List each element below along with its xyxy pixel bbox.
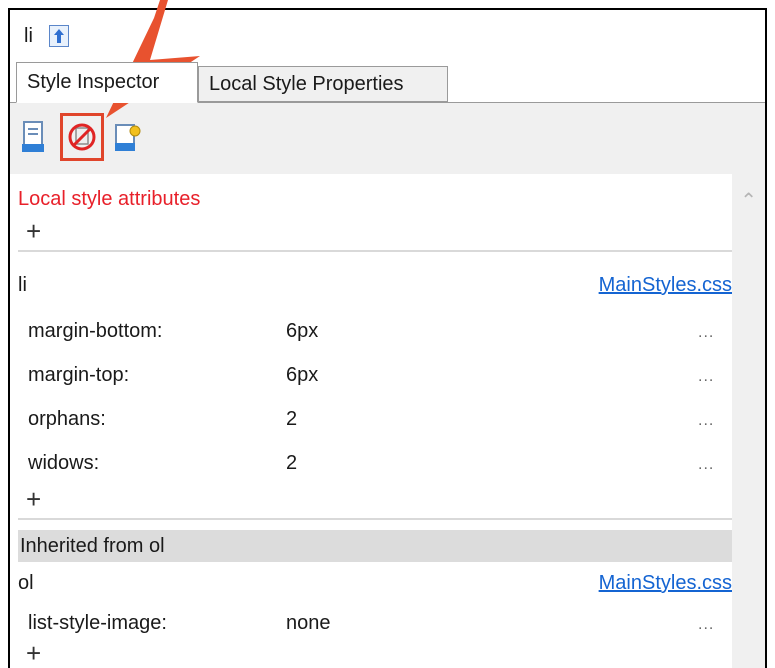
property-value[interactable]: 2	[286, 452, 297, 475]
vertical-scrollbar[interactable]: ⌃	[732, 174, 765, 668]
add-property-button[interactable]: +	[26, 486, 41, 512]
property-name: orphans:	[28, 408, 106, 430]
new-style-button[interactable]	[16, 115, 52, 159]
edit-style-button[interactable]	[110, 115, 146, 159]
element-name: li	[24, 24, 33, 47]
property-more-button[interactable]: ...	[698, 616, 714, 634]
add-inherited-property-button[interactable]: +	[26, 640, 41, 666]
property-more-button[interactable]: ...	[698, 368, 714, 386]
property-more-button[interactable]: ...	[698, 456, 714, 474]
toolbar	[10, 103, 765, 175]
inherited-header: Inherited from ol	[18, 530, 738, 562]
style-inspector-window: li Style Inspector Local Style Propertie…	[8, 8, 767, 668]
scroll-up-icon[interactable]: ⌃	[740, 188, 757, 213]
section-divider	[18, 518, 738, 520]
property-value[interactable]: 6px	[286, 320, 318, 343]
tab-style-inspector[interactable]: Style Inspector	[16, 62, 198, 103]
property-value[interactable]: none	[286, 612, 331, 635]
local-style-attributes-title: Local style attributes	[18, 188, 201, 210]
property-more-button[interactable]: ...	[698, 324, 714, 342]
property-name: widows:	[28, 452, 100, 474]
new-style-icon	[22, 121, 44, 152]
property-name: list-style-image:	[28, 612, 167, 634]
tab-bar: Style Inspector Local Style Properties	[10, 62, 765, 103]
edit-style-icon	[115, 124, 141, 151]
section-divider	[18, 250, 738, 252]
element-header: li	[10, 10, 765, 62]
rule-selector-ol: ol	[18, 572, 34, 594]
property-value[interactable]: 6px	[286, 364, 318, 387]
property-value[interactable]: 2	[286, 408, 297, 431]
property-name: margin-top:	[28, 364, 130, 386]
up-arrow-icon[interactable]	[48, 25, 69, 47]
clear-local-formatting-icon	[68, 123, 96, 151]
stylesheet-link-ol[interactable]: MainStyles.css	[599, 572, 732, 595]
rule-selector-li: li	[18, 274, 27, 296]
stylesheet-link-li[interactable]: MainStyles.css	[599, 274, 732, 297]
clear-local-formatting-button[interactable]	[60, 113, 104, 161]
add-local-attribute-button[interactable]: +	[26, 218, 41, 244]
property-more-button[interactable]: ...	[698, 412, 714, 430]
property-name: margin-bottom:	[28, 320, 163, 342]
tab-local-style-properties[interactable]: Local Style Properties	[198, 66, 448, 102]
inspector-content: Local style attributes + li MainStyles.c…	[10, 174, 738, 668]
